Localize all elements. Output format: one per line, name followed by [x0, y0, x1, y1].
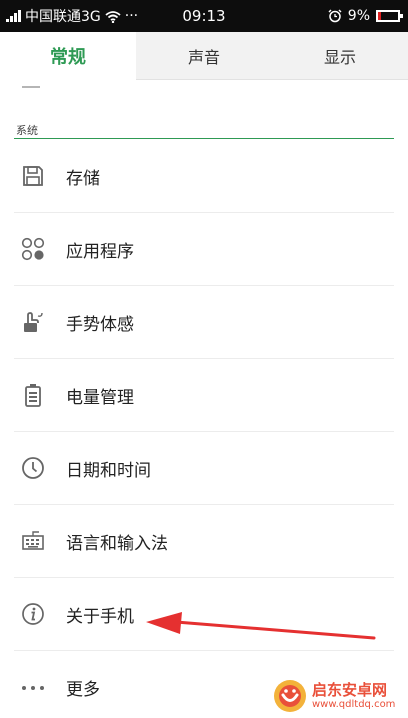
battery-manager-icon	[20, 382, 46, 408]
list-item-label: 日期和时间	[66, 460, 151, 481]
list-item-label: 存储	[66, 168, 100, 189]
gesture-icon	[20, 309, 46, 335]
info-icon	[20, 601, 46, 627]
list-item-language-input[interactable]: 语言和输入法	[14, 505, 394, 578]
battery-icon	[376, 10, 403, 22]
apps-icon	[20, 236, 46, 262]
keyboard-icon	[20, 528, 46, 554]
watermark: 启东安卓网 www.qdltdq.com	[272, 676, 402, 716]
watermark-name: 启东安卓网	[312, 681, 388, 699]
battery-percent: 9%	[347, 8, 370, 24]
scroll-hint	[22, 86, 40, 88]
status-bar: 中国联通3G ··· 09:13 9%	[0, 0, 408, 32]
list-item-label: 语言和输入法	[66, 533, 168, 554]
list-item-about-phone[interactable]: 关于手机	[14, 578, 394, 651]
tab-general[interactable]: 常规	[0, 32, 136, 80]
tab-bar: 常规 声音 显示	[0, 32, 408, 80]
list-item-label: 手势体感	[66, 314, 134, 335]
storage-icon	[20, 163, 46, 189]
tab-display[interactable]: 显示	[272, 32, 408, 80]
status-time: 09:13	[182, 7, 226, 25]
list-item-power[interactable]: 电量管理	[14, 359, 394, 432]
section-title: 系统	[16, 124, 38, 137]
watermark-url: www.qdltdq.com	[312, 699, 396, 710]
list-item-date-time[interactable]: 日期和时间	[14, 432, 394, 505]
more-icon	[20, 675, 46, 701]
list-item-gesture[interactable]: 手势体感	[14, 286, 394, 359]
section-divider	[14, 138, 394, 139]
alarm-icon	[328, 9, 342, 23]
tab-sound[interactable]: 声音	[136, 32, 272, 80]
clock-icon	[20, 455, 46, 481]
list-item-storage[interactable]: 存储	[14, 140, 394, 213]
list-item-apps[interactable]: 应用程序	[14, 213, 394, 286]
watermark-logo-icon	[274, 680, 306, 712]
list-item-label: 应用程序	[66, 241, 134, 262]
list-item-label: 更多	[66, 680, 100, 700]
list-item-label: 电量管理	[66, 387, 134, 408]
status-right: 9%	[328, 0, 403, 32]
list-item-label: 关于手机	[66, 606, 134, 627]
